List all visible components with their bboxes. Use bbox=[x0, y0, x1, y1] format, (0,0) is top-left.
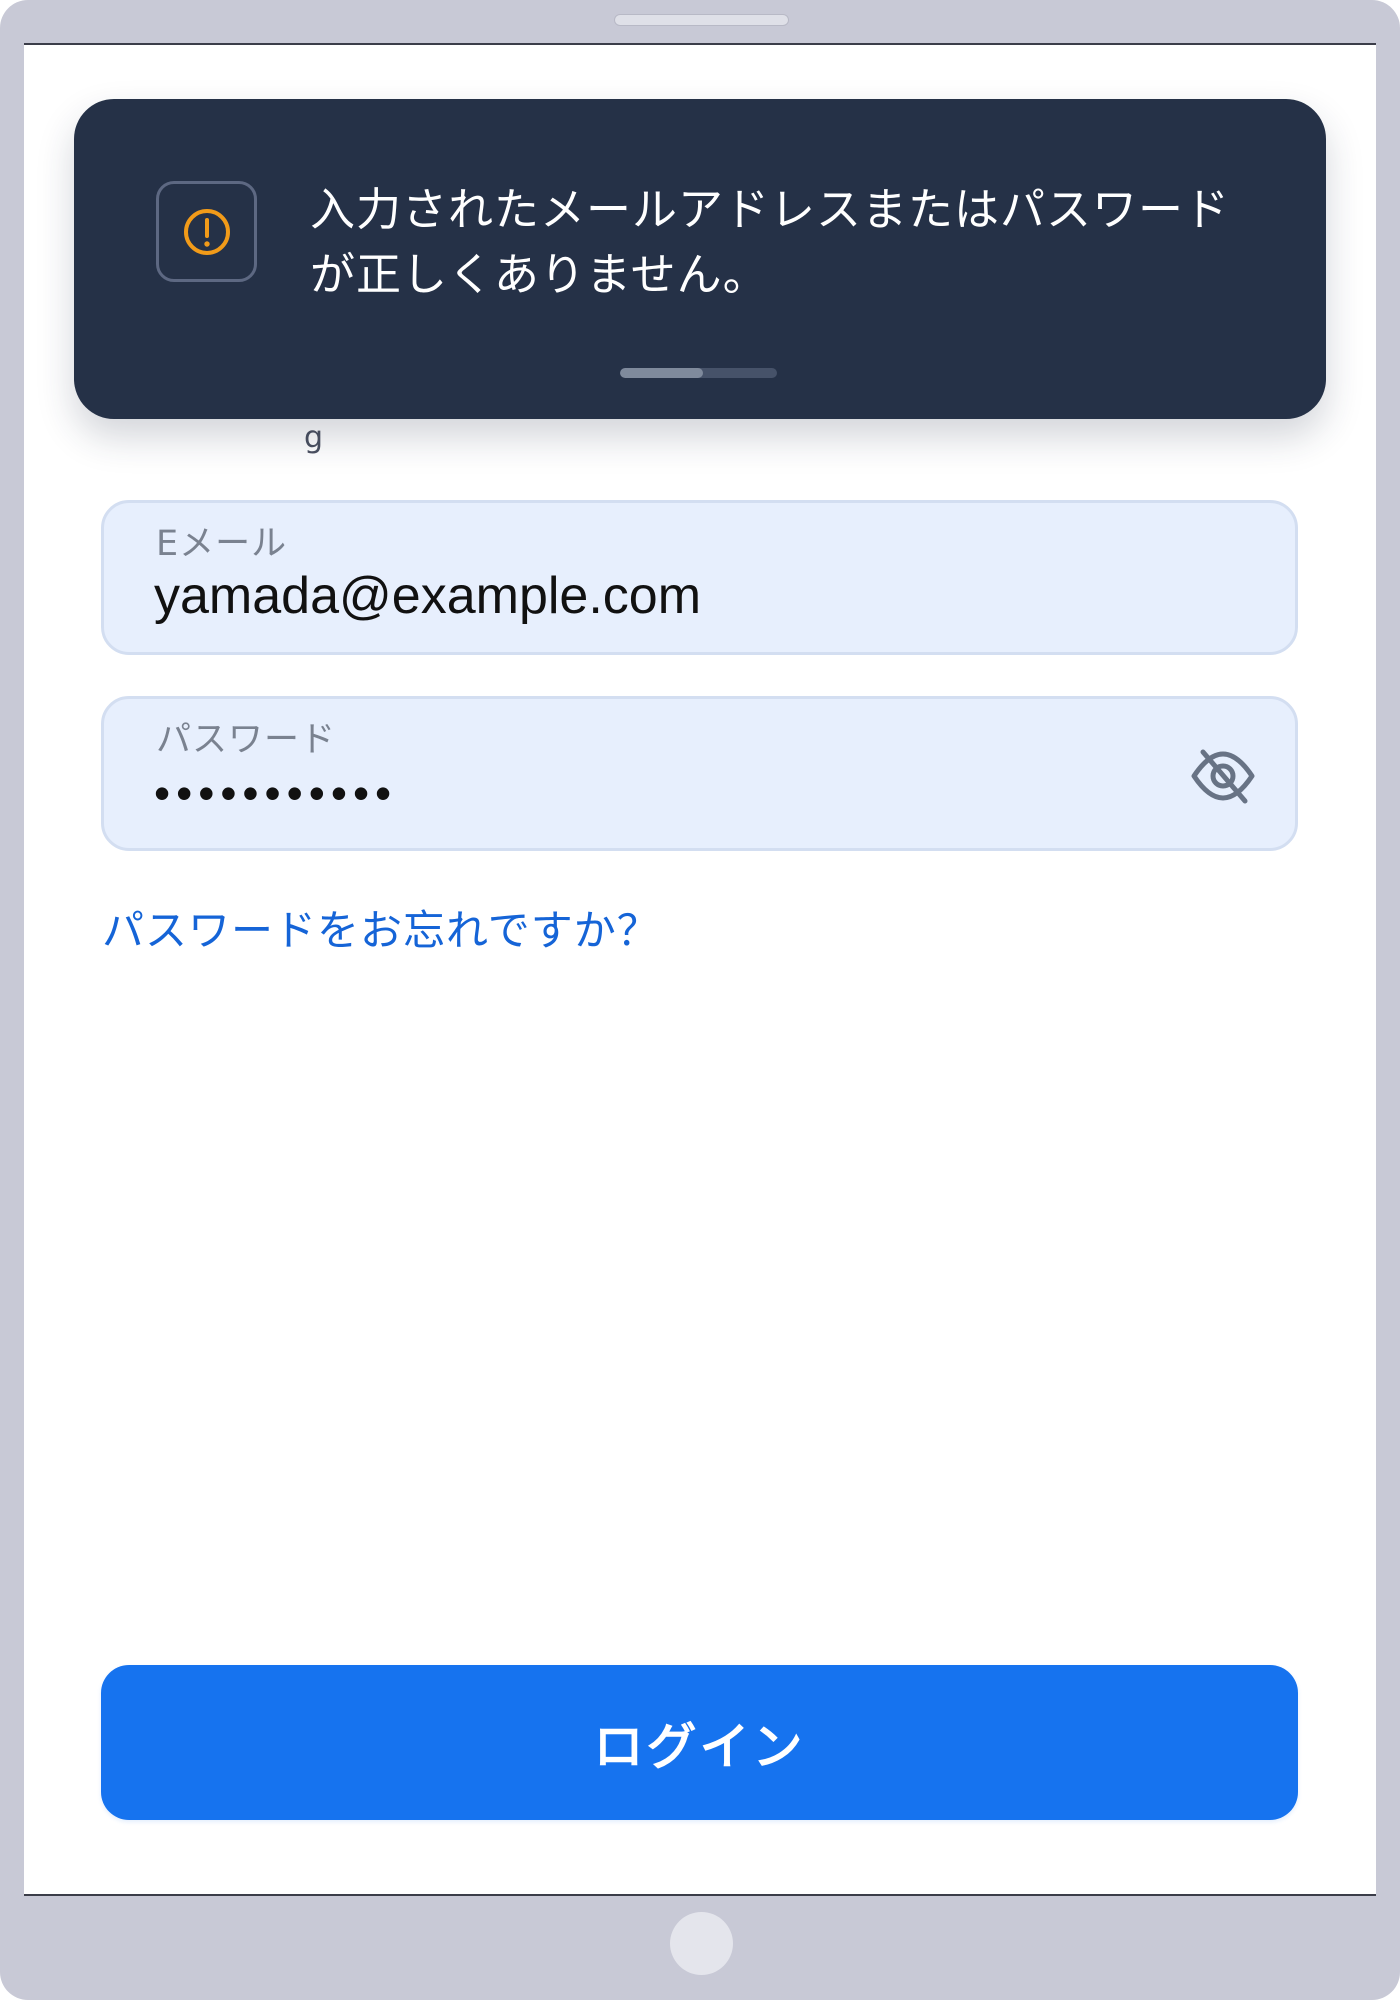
email-label: Eメール bbox=[156, 524, 288, 564]
email-field[interactable]: Eメール bbox=[101, 500, 1298, 655]
error-toast: 入力されたメールアドレスまたはパスワード が正しくありません。 bbox=[74, 99, 1326, 419]
password-field[interactable]: パスワード bbox=[101, 696, 1298, 851]
error-toast-message: 入力されたメールアドレスまたはパスワード が正しくありません。 bbox=[310, 183, 1231, 301]
device-speaker bbox=[614, 14, 789, 26]
login-screen: g 入力されたメールアドレスまたはパスワード が正しくありません。 Eメール パ… bbox=[24, 43, 1376, 1896]
toast-progress-track bbox=[620, 368, 777, 378]
alert-circle-icon bbox=[156, 181, 257, 282]
password-input[interactable] bbox=[154, 762, 1104, 824]
eye-off-icon[interactable] bbox=[1184, 741, 1262, 811]
tablet-frame: g 入力されたメールアドレスまたはパスワード が正しくありません。 Eメール パ… bbox=[0, 0, 1400, 2000]
toast-progress-fill bbox=[620, 368, 704, 378]
email-input[interactable] bbox=[154, 565, 1104, 627]
device-home-button bbox=[670, 1912, 733, 1975]
partially-hidden-page-text: g bbox=[304, 420, 324, 455]
forgot-password-link[interactable]: パスワードをお忘れですか？ bbox=[102, 897, 660, 958]
password-label: パスワード bbox=[156, 720, 337, 760]
login-button[interactable]: ログイン bbox=[101, 1665, 1298, 1820]
